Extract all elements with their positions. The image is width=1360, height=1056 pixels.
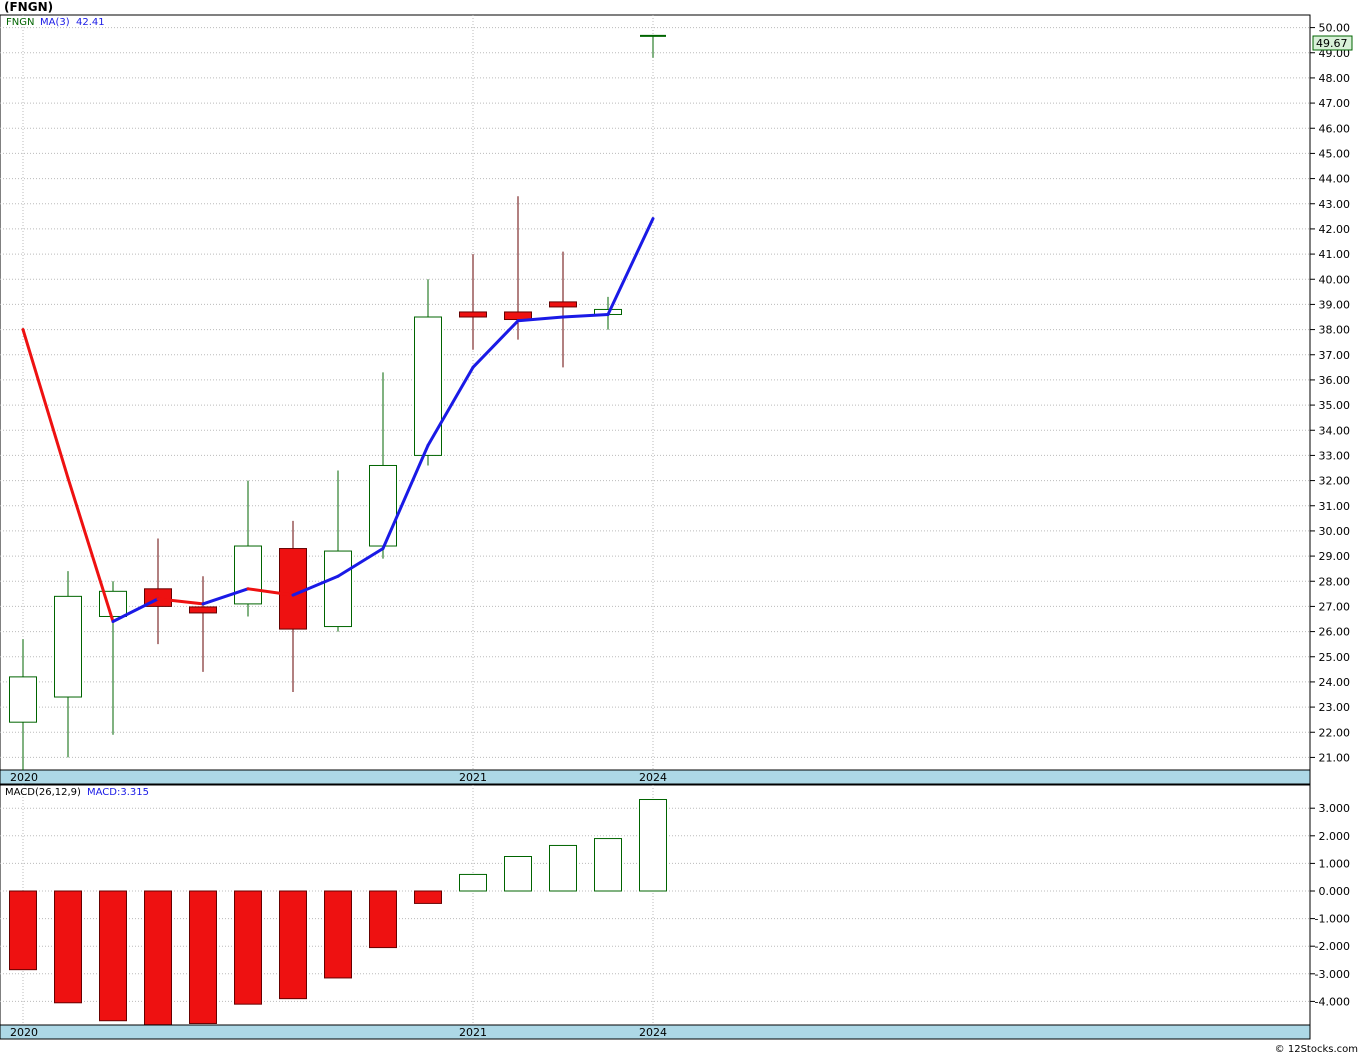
macd-tick-label: -3.000 [1315, 968, 1350, 981]
price-tick-label: 28.00 [1319, 575, 1351, 588]
price-tick-label: 25.00 [1319, 651, 1351, 664]
chart-title: (FNGN) [4, 0, 53, 14]
macd-bar [369, 890, 397, 949]
candle-body [54, 595, 82, 698]
macd-bar [594, 838, 622, 892]
candle-body [9, 676, 37, 723]
price-tick-label: 24.00 [1319, 676, 1351, 689]
macd-bar [234, 890, 262, 1005]
macd-legend-value: MACD:3.315 [87, 787, 149, 798]
macd-tick-label: 3.000 [1319, 802, 1351, 815]
macd-bar [189, 890, 217, 1024]
price-tick-label: 27.00 [1319, 600, 1351, 613]
copyright: © 12Stocks.com [1275, 1044, 1358, 1055]
macd-bar [459, 873, 487, 892]
macd-bar [504, 856, 532, 892]
macd-bar [99, 890, 127, 1022]
price-tick-label: 39.00 [1319, 298, 1351, 311]
candle-body [549, 301, 577, 308]
price-y-axis: 21.00 22.00 23.00 24.00 25.00 26.00 27.00 28.00… [1310, 22, 1351, 764]
price-tick-label: 33.00 [1319, 449, 1351, 462]
candle-body [369, 464, 397, 547]
macd-tick-label: 0.000 [1319, 885, 1351, 898]
price-tick-label: 40.00 [1319, 273, 1351, 286]
candle-body [234, 545, 262, 605]
candle-body [189, 606, 217, 614]
macd-legend-label: MACD(26,12,9) [5, 787, 81, 798]
macd-tick-label: 2.000 [1319, 830, 1351, 843]
price-tick-label: 31.00 [1319, 500, 1351, 513]
macd-bar [54, 890, 82, 1004]
macd-x-label: 2024 [639, 1026, 667, 1039]
price-tick-label: 26.00 [1319, 626, 1351, 639]
price-tick-label: 42.00 [1319, 223, 1351, 236]
macd-x-label: 2020 [10, 1026, 38, 1039]
macd-bar [324, 890, 352, 979]
price-tick-label: 22.00 [1319, 726, 1351, 739]
price-tick-label: 23.00 [1319, 701, 1351, 714]
price-tick-label: 44.00 [1319, 173, 1351, 186]
macd-y-axis: -4.000 -3.000 -2.000 -1.000 0.000 1.000 2.000 3… [1310, 802, 1350, 1008]
price-tick-label: 48.00 [1319, 72, 1351, 85]
candle-body [504, 311, 532, 321]
price-tick-label: 37.00 [1319, 349, 1351, 362]
price-tick-label: 50.00 [1319, 22, 1351, 35]
price-tick-label: 30.00 [1319, 525, 1351, 538]
candle-body [324, 550, 352, 628]
candle-body [459, 311, 487, 318]
price-tick-label: 38.00 [1319, 324, 1351, 337]
macd-tick-label: -2.000 [1315, 940, 1350, 953]
macd-tick-label: -4.000 [1315, 995, 1350, 1008]
macd-bar [414, 890, 442, 904]
price-x-label: 2024 [639, 771, 667, 784]
price-tick-label: 29.00 [1319, 550, 1351, 563]
price-tick-label: 46.00 [1319, 122, 1351, 135]
ma-legend-value: 42.41 [76, 17, 105, 28]
price-tick-label: 45.00 [1319, 147, 1351, 160]
macd-bar [279, 890, 307, 1000]
ma-legend-label: MA(3) [40, 17, 70, 28]
price-tick-label: 34.00 [1319, 424, 1351, 437]
ticker-legend: FNGN [6, 17, 34, 28]
macd-tick-label: 1.000 [1319, 857, 1351, 870]
macd-bar [549, 844, 577, 892]
macd-bar [144, 890, 172, 1026]
price-tick-label: 41.00 [1319, 248, 1351, 261]
macd-tick-label: -1.000 [1315, 913, 1350, 926]
price-tick-label: 32.00 [1319, 475, 1351, 488]
price-tick-label: 21.00 [1319, 751, 1351, 764]
price-x-label: 2020 [10, 771, 38, 784]
macd-bar [9, 890, 37, 971]
last-price-label: 49.67 [1316, 37, 1348, 50]
stock-chart: (FNGN) 21.00 22.00 23.00 24.00 25.00 26.00 27.… [0, 0, 1358, 1055]
macd-bar [639, 799, 667, 892]
price-tick-label: 43.00 [1319, 198, 1351, 211]
candle-body [279, 548, 307, 630]
price-tick-label: 36.00 [1319, 374, 1351, 387]
price-x-label: 2021 [459, 771, 487, 784]
price-tick-label: 35.00 [1319, 399, 1351, 412]
macd-x-label: 2021 [459, 1026, 487, 1039]
candle-body [414, 316, 442, 456]
price-tick-label: 47.00 [1319, 97, 1351, 110]
